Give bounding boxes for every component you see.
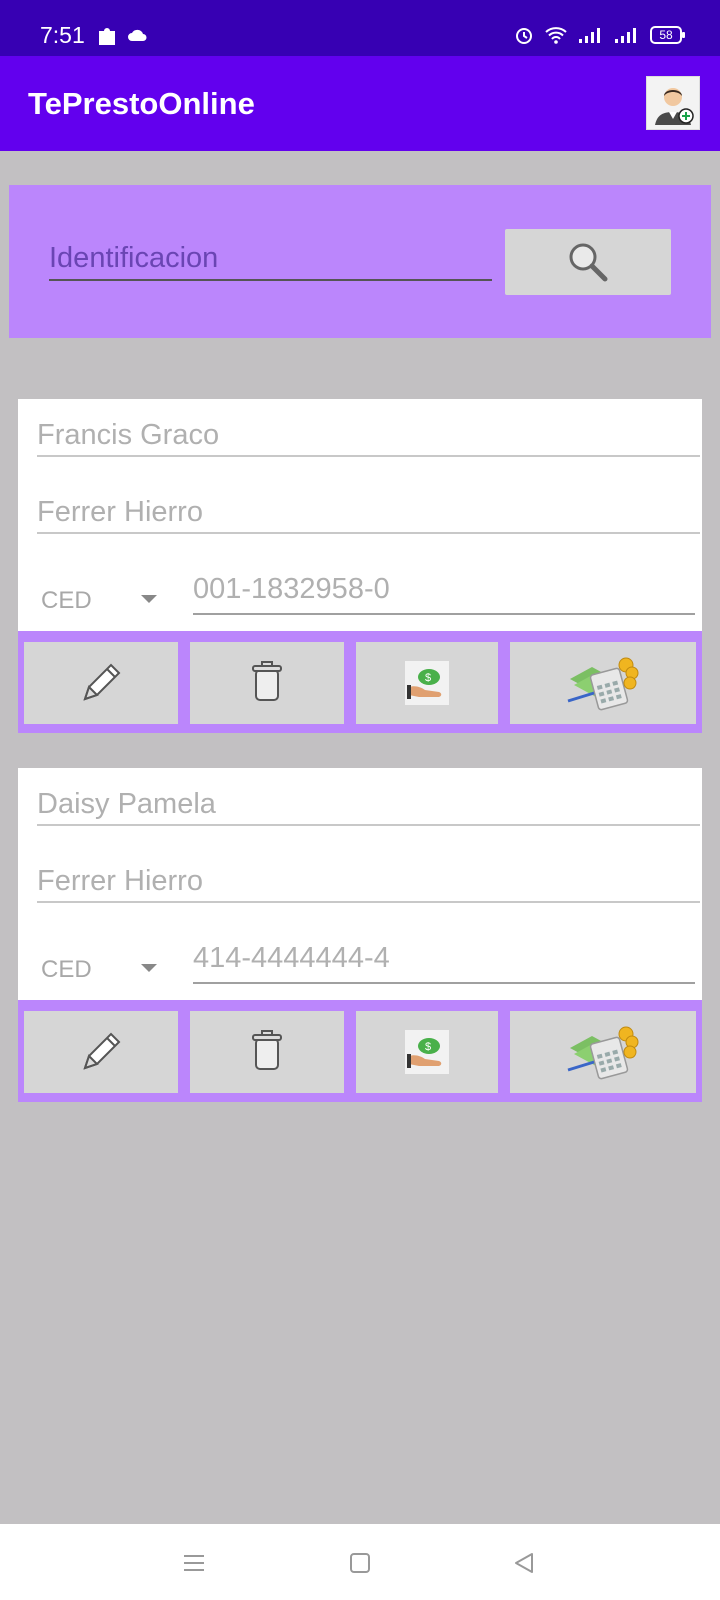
client-actions: $ [18,1000,702,1102]
first-name-field[interactable]: Francis Graco [37,399,700,457]
first-name-field[interactable]: Daisy Pamela [37,768,700,826]
add-user-icon [647,77,699,129]
calculator-button[interactable] [510,642,696,724]
battery-indicator: 58 [650,26,685,44]
signal-icon-2 [615,28,636,43]
document-type-select[interactable]: CED [41,581,161,621]
home-button[interactable] [345,1548,375,1578]
search-icon [569,243,608,282]
add-client-button[interactable] [646,76,700,130]
svg-text:$: $ [425,1041,431,1053]
app-title: TePrestoOnline [28,86,255,121]
pencil-icon [83,663,121,701]
status-bar: 7:51 58 [0,0,720,56]
document-number-field[interactable]: 414-4444444-4 [193,924,695,984]
document-number-field[interactable]: 001-1832958-0 [193,555,695,615]
trash-icon [252,661,282,701]
wifi-icon [545,27,567,44]
loan-button[interactable]: $ [356,642,498,724]
alarm-icon [516,28,532,44]
dropdown-arrow-icon [141,595,157,603]
delete-button[interactable] [190,642,344,724]
edit-button[interactable] [24,642,178,724]
last-name-field[interactable]: Ferrer Hierro [37,476,700,534]
status-time: 7:51 [40,22,85,48]
client-info: Francis Graco Ferrer Hierro CED 001-1832… [18,399,702,631]
delete-button[interactable] [190,1011,344,1093]
dropdown-arrow-icon [141,964,157,972]
client-card: Francis Graco Ferrer Hierro CED 001-1832… [18,399,702,733]
system-nav-bar [0,1524,720,1600]
document-type-value: CED [41,956,92,983]
cloud-icon [128,29,147,41]
last-name-field[interactable]: Ferrer Hierro [37,845,700,903]
menu-icon [184,1555,204,1571]
client-card: Daisy Pamela Ferrer Hierro CED 414-44444… [18,768,702,1102]
money-hand-icon: $ [405,661,449,705]
client-info: Daisy Pamela Ferrer Hierro CED 414-44444… [18,768,702,1000]
app-bar: TePrestoOnline [0,56,720,151]
document-type-select[interactable]: CED [41,950,161,990]
puzzle-icon [99,28,115,45]
identification-input[interactable] [49,233,492,281]
svg-text:$: $ [425,672,431,684]
money-hand-icon: $ [405,1030,449,1074]
document-type-value: CED [41,587,92,614]
search-button[interactable] [505,229,671,295]
loan-button[interactable]: $ [356,1011,498,1093]
back-button[interactable] [509,1548,539,1578]
pencil-icon [83,1032,121,1070]
square-icon [350,1553,370,1573]
back-triangle-icon [515,1553,533,1573]
calculator-money-icon [567,1026,639,1080]
recents-button[interactable] [179,1548,209,1578]
calculator-button[interactable] [510,1011,696,1093]
calculator-money-icon [567,657,639,711]
trash-icon [252,1030,282,1070]
client-actions: $ [18,631,702,733]
edit-button[interactable] [24,1011,178,1093]
search-panel [9,185,711,338]
signal-icon [579,28,600,43]
